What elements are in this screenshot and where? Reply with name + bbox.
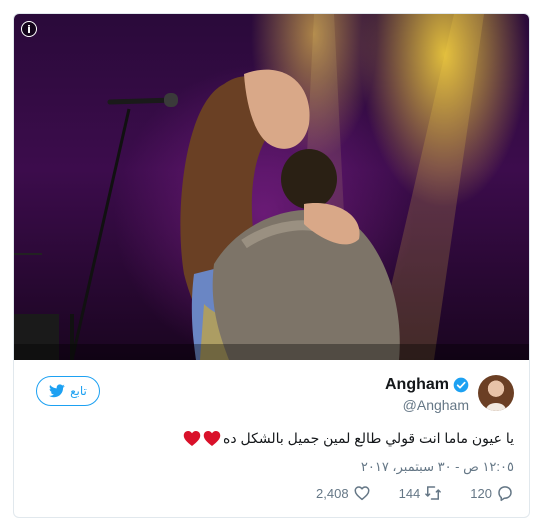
- author-name-row[interactable]: Angham: [385, 376, 469, 394]
- author-handle[interactable]: @Angham: [403, 397, 469, 413]
- info-icon[interactable]: i: [21, 21, 37, 37]
- tweet-actions: 120 144 2,408: [316, 484, 514, 502]
- retweet-count: 144: [398, 485, 421, 501]
- reply-action[interactable]: 120: [470, 484, 514, 502]
- heart-emojis: [183, 430, 221, 447]
- tweet-photo[interactable]: i: [14, 14, 529, 360]
- tweet-text: يا عيون ماما انت قولي طالع لمين جميل بال…: [183, 430, 514, 447]
- heart-emoji-icon: [183, 431, 201, 446]
- follow-button[interactable]: تابع: [36, 376, 100, 406]
- follow-button-label: تابع: [70, 384, 87, 398]
- author-display-name[interactable]: Angham: [385, 376, 449, 394]
- embedded-tweet-card[interactable]: i Angham @Angham تابع يا عيون ماما انت ق…: [13, 13, 530, 518]
- like-action[interactable]: 2,408: [316, 484, 371, 502]
- tweet-text-content: يا عيون ماما انت قولي طالع لمين جميل بال…: [223, 430, 514, 446]
- concert-photo-illustration: [14, 14, 529, 360]
- reply-count: 120: [470, 485, 492, 501]
- twitter-bird-icon: [49, 384, 65, 398]
- avatar[interactable]: [478, 375, 514, 411]
- tweet-timestamp[interactable]: ١٢:٠٥ ص - ٣٠ سبتمبر، ٢٠١٧: [361, 459, 514, 475]
- tweet-body: Angham @Angham تابع يا عيون ماما انت قول…: [14, 360, 529, 517]
- reply-icon: [498, 486, 512, 502]
- verified-badge-icon: [453, 377, 469, 393]
- retweet-action[interactable]: 144: [399, 484, 443, 502]
- retweet-icon: [425, 486, 442, 500]
- like-heart-icon: [354, 486, 370, 501]
- like-count: 2,408: [316, 485, 349, 501]
- heart-emoji-icon: [203, 431, 221, 446]
